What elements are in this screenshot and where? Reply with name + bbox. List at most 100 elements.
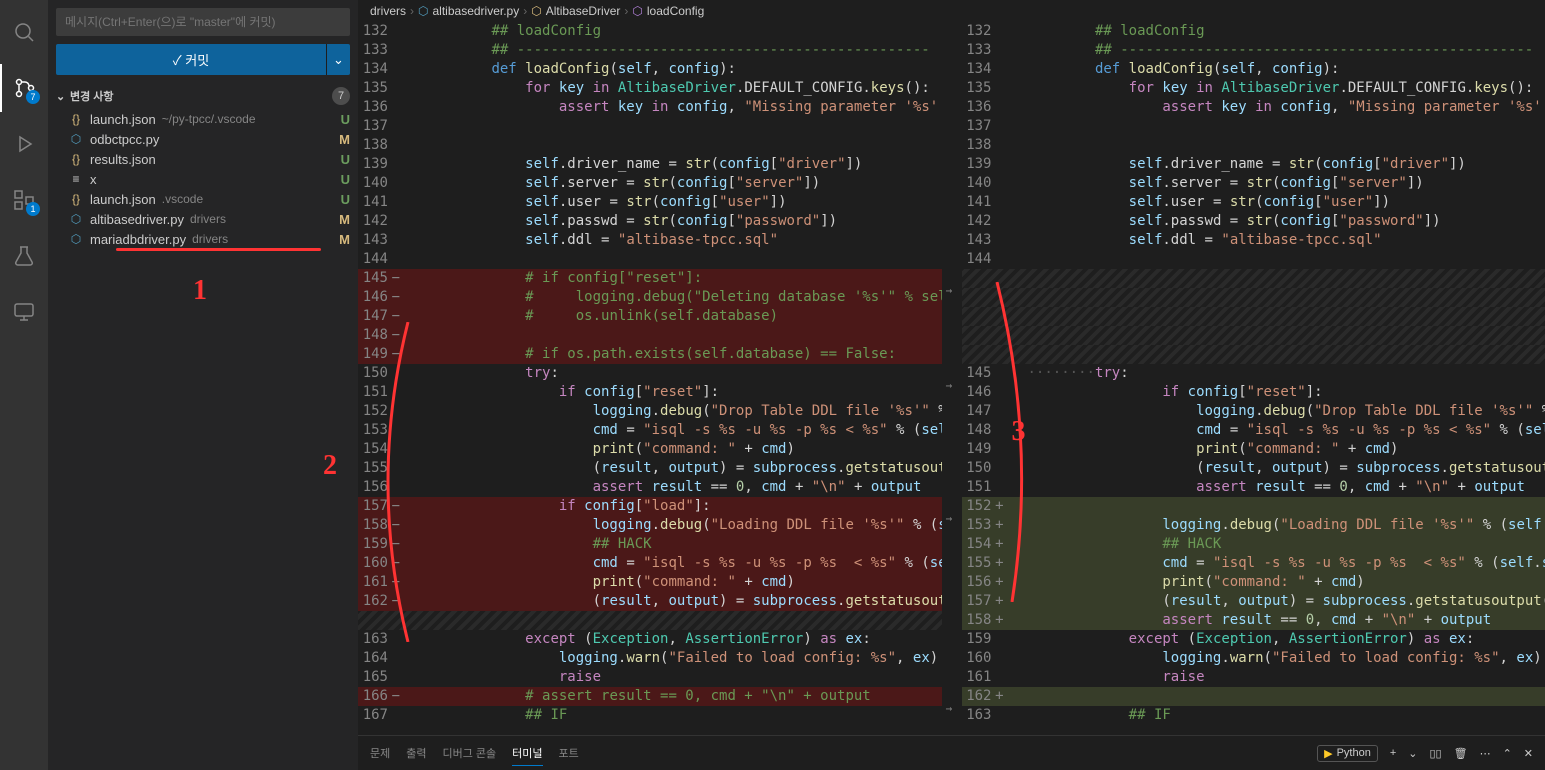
code-line[interactable]: 161 print("command: " + cmd) — [358, 573, 942, 592]
panel-tab[interactable]: 터미널 — [512, 741, 542, 766]
code-line[interactable]: 132 ## loadConfig — [358, 22, 942, 41]
code-line[interactable]: 139 self.driver_name = str(config["drive… — [962, 155, 1545, 174]
code-line[interactable]: 148 — [358, 326, 942, 345]
file-item[interactable]: ⬡altibasedriver.pydriversM — [48, 209, 358, 229]
code-line[interactable]: 145········try: — [962, 364, 1545, 383]
search-icon[interactable] — [0, 8, 48, 56]
code-line[interactable]: 160 logging.warn("Failed to load config:… — [962, 649, 1545, 668]
code-line[interactable]: 134 def loadConfig(self, config): — [358, 60, 942, 79]
code-line[interactable]: 161 raise — [962, 668, 1545, 687]
code-line[interactable]: 132 ## loadConfig — [962, 22, 1545, 41]
code-line[interactable]: 148 cmd = "isql -s %s -u %s -p %s < %s" … — [962, 421, 1545, 440]
code-line[interactable]: 152 logging.debug("Drop Table DDL file '… — [358, 402, 942, 421]
code-line[interactable]: 167 ## IF — [358, 706, 942, 725]
file-item[interactable]: ≡xU — [48, 169, 358, 189]
panel-tab[interactable]: 출력 — [406, 741, 426, 766]
code-line[interactable]: 155 (result, output) = subprocess.getsta… — [358, 459, 942, 478]
code-line[interactable]: 136 assert key in config, "Missing param… — [962, 98, 1545, 117]
breadcrumb[interactable]: drivers› ⬡altibasedriver.py› ⬡AltibaseDr… — [358, 0, 1545, 22]
code-line[interactable]: 140 self.server = str(config["server"]) — [358, 174, 942, 193]
code-line[interactable]: 145 # if config["reset"]: — [358, 269, 942, 288]
code-line[interactable]: 146 if config["reset"]: — [962, 383, 1545, 402]
code-line[interactable]: 146 # logging.debug("Deleting database '… — [358, 288, 942, 307]
close-panel-icon[interactable]: ✕ — [1524, 747, 1533, 760]
code-line[interactable]: 147 # os.unlink(self.database) — [358, 307, 942, 326]
code-line[interactable]: 142 self.passwd = str(config["password"]… — [358, 212, 942, 231]
code-line[interactable]: 151 assert result == 0, cmd + "\n" + out… — [962, 478, 1545, 497]
code-line[interactable]: 154 ## HACK — [962, 535, 1545, 554]
diff-pane-right[interactable]: 132 ## loadConfig133 ## ----------------… — [962, 22, 1545, 735]
code-line[interactable]: 150 (result, output) = subprocess.getsta… — [962, 459, 1545, 478]
panel-tab[interactable]: 포트 — [559, 741, 579, 766]
extensions-icon[interactable]: 1 — [0, 176, 48, 224]
code-line[interactable]: 158 assert result == 0, cmd + "\n" + out… — [962, 611, 1545, 630]
commit-button[interactable]: ✓ 커밋 — [56, 44, 326, 75]
code-line[interactable] — [962, 307, 1545, 326]
panel-tab[interactable]: 문제 — [370, 741, 390, 766]
code-line[interactable]: 156 print("command: " + cmd) — [962, 573, 1545, 592]
code-line[interactable]: 162 (result, output) = subprocess.getsta… — [358, 592, 942, 611]
code-line[interactable]: 138 — [962, 136, 1545, 155]
add-terminal-icon[interactable]: + — [1390, 747, 1396, 759]
code-line[interactable]: 162 — [962, 687, 1545, 706]
code-line[interactable]: 152 — [962, 497, 1545, 516]
code-line[interactable]: 149 print("command: " + cmd) — [962, 440, 1545, 459]
source-control-icon[interactable]: 7 — [0, 64, 48, 112]
code-line[interactable]: 136 assert key in config, "Missing param… — [358, 98, 942, 117]
diff-pane-left[interactable]: 132 ## loadConfig133 ## ----------------… — [358, 22, 942, 735]
code-line[interactable]: 158 logging.debug("Loading DDL file '%s'… — [358, 516, 942, 535]
code-line[interactable]: 163 ## IF — [962, 706, 1545, 725]
code-line[interactable]: 164 logging.warn("Failed to load config:… — [358, 649, 942, 668]
code-line[interactable]: 156 assert result == 0, cmd + "\n" + out… — [358, 478, 942, 497]
file-item[interactable]: ⬡mariadbdriver.pydriversM — [48, 229, 358, 249]
code-line[interactable]: 153 logging.debug("Loading DDL file '%s'… — [962, 516, 1545, 535]
code-line[interactable]: 159 ## HACK — [358, 535, 942, 554]
code-line[interactable]: 143 self.ddl = "altibase-tpcc.sql" — [358, 231, 942, 250]
terminal-dropdown-icon[interactable]: ⌄ — [1408, 747, 1417, 760]
code-line[interactable]: 143 self.ddl = "altibase-tpcc.sql" — [962, 231, 1545, 250]
code-line[interactable]: 157 (result, output) = subprocess.getsta… — [962, 592, 1545, 611]
code-line[interactable] — [962, 288, 1545, 307]
code-line[interactable]: 135 for key in AltibaseDriver.DEFAULT_CO… — [358, 79, 942, 98]
remote-icon[interactable] — [0, 288, 48, 336]
commit-message-input[interactable] — [56, 8, 350, 36]
code-line[interactable]: 163 except (Exception, AssertionError) a… — [358, 630, 942, 649]
code-line[interactable]: 157 if config["load"]: — [358, 497, 942, 516]
commit-dropdown[interactable]: ⌄ — [326, 44, 350, 75]
file-item[interactable]: {}launch.json.vscodeU — [48, 189, 358, 209]
code-line[interactable]: 137 — [358, 117, 942, 136]
code-line[interactable]: 147 logging.debug("Drop Table DDL file '… — [962, 402, 1545, 421]
code-line[interactable]: 141 self.user = str(config["user"]) — [962, 193, 1545, 212]
code-line[interactable]: 134 def loadConfig(self, config): — [962, 60, 1545, 79]
code-line[interactable]: 137 — [962, 117, 1545, 136]
more-icon[interactable]: ⋯ — [1480, 747, 1491, 760]
code-line[interactable]: 159 except (Exception, AssertionError) a… — [962, 630, 1545, 649]
code-line[interactable]: 166 # assert result == 0, cmd + "\n" + o… — [358, 687, 942, 706]
code-line[interactable]: 149 # if os.path.exists(self.database) =… — [358, 345, 942, 364]
code-line[interactable]: 140 self.server = str(config["server"]) — [962, 174, 1545, 193]
code-line[interactable] — [962, 345, 1545, 364]
code-line[interactable]: 135 for key in AltibaseDriver.DEFAULT_CO… — [962, 79, 1545, 98]
code-line[interactable]: 133 ## ---------------------------------… — [962, 41, 1545, 60]
code-line[interactable]: 144 — [962, 250, 1545, 269]
code-line[interactable]: 153 cmd = "isql -s %s -u %s -p %s < %s" … — [358, 421, 942, 440]
code-line[interactable] — [962, 269, 1545, 288]
file-item[interactable]: {}results.jsonU — [48, 149, 358, 169]
code-line[interactable]: 138 — [358, 136, 942, 155]
panel-tab[interactable]: 디버그 콘솔 — [443, 741, 497, 766]
code-line[interactable]: 144 — [358, 250, 942, 269]
code-line[interactable]: 154 print("command: " + cmd) — [358, 440, 942, 459]
code-line[interactable]: 142 self.passwd = str(config["password"]… — [962, 212, 1545, 231]
code-line[interactable]: 139 self.driver_name = str(config["drive… — [358, 155, 942, 174]
testing-icon[interactable] — [0, 232, 48, 280]
kill-terminal-icon[interactable]: 🗑 — [1454, 747, 1468, 760]
split-terminal-icon[interactable]: ▯▯ — [1429, 747, 1441, 760]
code-line[interactable]: 155 cmd = "isql -s %s -u %s -p %s < %s" … — [962, 554, 1545, 573]
debug-icon[interactable] — [0, 120, 48, 168]
code-line[interactable]: 160 cmd = "isql -s %s -u %s -p %s < %s" … — [358, 554, 942, 573]
code-line[interactable]: 150 try: — [358, 364, 942, 383]
file-item[interactable]: ⬡odbctpcc.pyM — [48, 129, 358, 149]
file-item[interactable]: {}launch.json~/py-tpcc/.vscodeU — [48, 109, 358, 129]
code-line[interactable]: 165 raise — [358, 668, 942, 687]
chevron-up-icon[interactable]: ⌃ — [1503, 747, 1512, 760]
